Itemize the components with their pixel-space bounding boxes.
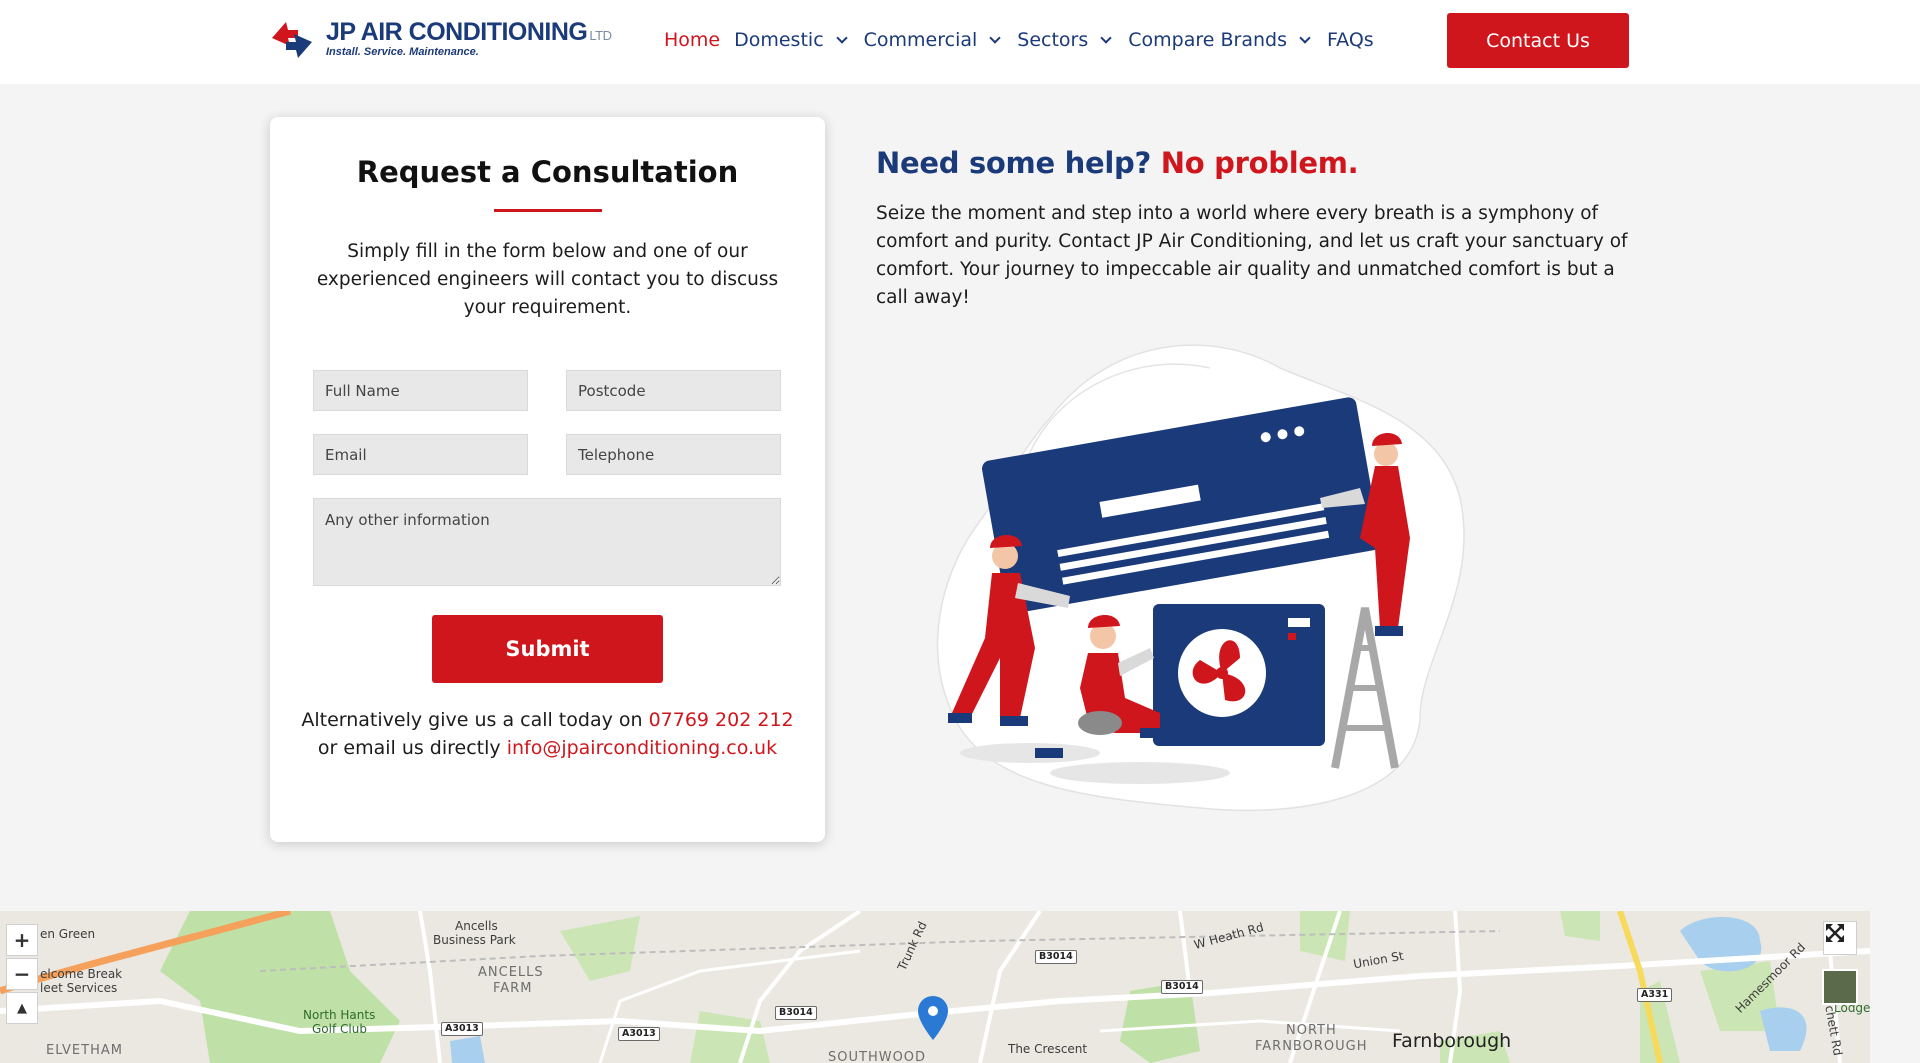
postcode-input[interactable] <box>566 370 781 411</box>
other-info-textarea[interactable] <box>313 498 781 586</box>
contact-us-button[interactable]: Contact Us <box>1447 13 1629 68</box>
chevron-down-icon <box>1100 31 1112 44</box>
road-badge: A331 <box>1637 988 1673 1002</box>
call-line: Alternatively give us a call today on 07… <box>270 709 825 731</box>
nav-compare-brands[interactable]: Compare Brands <box>1128 29 1313 51</box>
satellite-layer-button[interactable] <box>1822 969 1858 1005</box>
brand-suffix: LTD <box>589 28 612 43</box>
email-input[interactable] <box>313 434 528 475</box>
brand-name: JP AIR CONDITIONING LTD <box>326 18 612 46</box>
map-area-label: FARNBOROUGH <box>1255 1039 1368 1054</box>
map-label: Business Park <box>433 933 516 947</box>
form-intro: Simply fill in the form below and one of… <box>316 241 779 318</box>
road-badge: A3013 <box>441 1022 483 1036</box>
map-label: elcome Break <box>40 967 123 981</box>
nav-commercial[interactable]: Commercial <box>864 29 1004 51</box>
submit-button[interactable]: Submit <box>432 615 663 683</box>
logo-arrows-icon <box>272 22 312 58</box>
main-nav: Home Domestic Commercial Sectors Compare… <box>664 26 1388 54</box>
location-map[interactable]: en Green elcome Break leet Services Ance… <box>0 911 1870 1063</box>
nav-sectors[interactable]: Sectors <box>1017 29 1114 51</box>
email-prefix: or email us directly <box>317 737 507 759</box>
email-line: or email us directly info@jpaircondition… <box>270 737 825 759</box>
map-label: Golf Club <box>312 1022 367 1036</box>
site-header: JP AIR CONDITIONING LTD Install. Service.… <box>0 0 1920 84</box>
call-prefix: Alternatively give us a call today on <box>301 709 649 731</box>
map-label: leet Services <box>40 981 118 995</box>
compass-button[interactable]: ▲ <box>6 992 38 1024</box>
map-area-label: FARM <box>493 981 533 996</box>
ac-installation-illustration <box>936 344 1465 812</box>
chevron-down-icon <box>835 31 848 44</box>
nav-home[interactable]: Home <box>664 29 720 51</box>
map-area-label: ANCELLS <box>478 965 544 980</box>
expand-icon <box>1826 924 1844 942</box>
road-badge: B3014 <box>775 1006 817 1020</box>
zoom-in-button[interactable]: + <box>6 924 38 956</box>
road-badge: B3014 <box>1161 980 1203 994</box>
brand-tagline: Install. Service. Maintenance. <box>326 46 479 58</box>
map-label: en Green <box>40 927 96 941</box>
road-badge: B3014 <box>1035 950 1077 964</box>
form-title: Request a Consultation <box>356 155 739 189</box>
map-town-label: Farnborough <box>1392 1030 1512 1052</box>
title-divider <box>494 209 602 212</box>
zoom-out-button[interactable]: − <box>6 958 38 990</box>
map-label: North Hants <box>303 1008 376 1022</box>
fullscreen-button[interactable] <box>1823 921 1857 955</box>
chevron-down-icon <box>989 31 1001 44</box>
road-badge: A3013 <box>618 1027 660 1041</box>
map-area-label: ELVETHAM <box>46 1043 123 1058</box>
consultation-form-card: Request a Consultation Simply fill in th… <box>270 117 825 842</box>
nav-faqs[interactable]: FAQs <box>1327 29 1374 51</box>
help-heading: Need some help? No problem. <box>876 146 1359 180</box>
phone-link[interactable]: 07769 202 212 <box>649 709 794 731</box>
email-link[interactable]: info@jpairconditioning.co.uk <box>507 737 777 759</box>
map-area-label: SOUTHWOOD <box>828 1050 927 1063</box>
nav-domestic[interactable]: Domestic <box>734 29 850 51</box>
telephone-input[interactable] <box>566 434 781 475</box>
map-label: The Crescent <box>1008 1042 1088 1056</box>
map-area-label: NORTH <box>1286 1023 1337 1038</box>
full-name-input[interactable] <box>313 370 528 411</box>
map-pin-icon[interactable] <box>918 996 948 1042</box>
map-label: Ancells <box>455 919 498 933</box>
brand-logo[interactable]: JP AIR CONDITIONING LTD Install. Service.… <box>268 14 628 66</box>
help-body-text: Seize the moment and step into a world w… <box>876 203 1628 308</box>
chevron-down-icon <box>1299 31 1311 44</box>
